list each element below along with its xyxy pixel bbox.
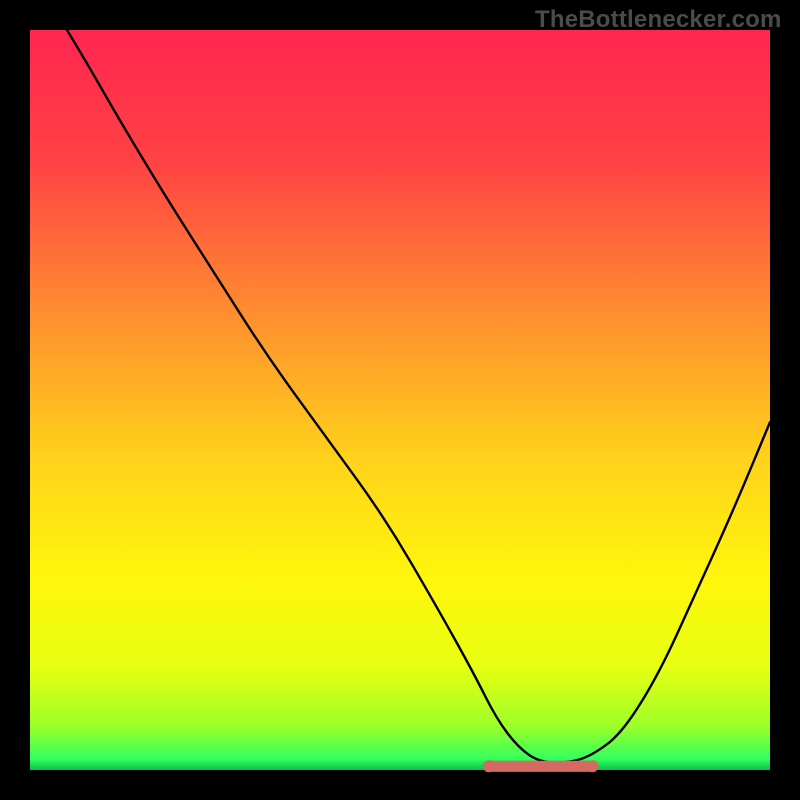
range-end-dot (586, 760, 598, 772)
bottleneck-chart (0, 0, 800, 800)
range-start-dot (483, 760, 495, 772)
watermark-text: TheBottlenecker.com (535, 6, 782, 34)
chart-container: TheBottlenecker.com (0, 0, 800, 800)
plot-background (30, 30, 770, 770)
